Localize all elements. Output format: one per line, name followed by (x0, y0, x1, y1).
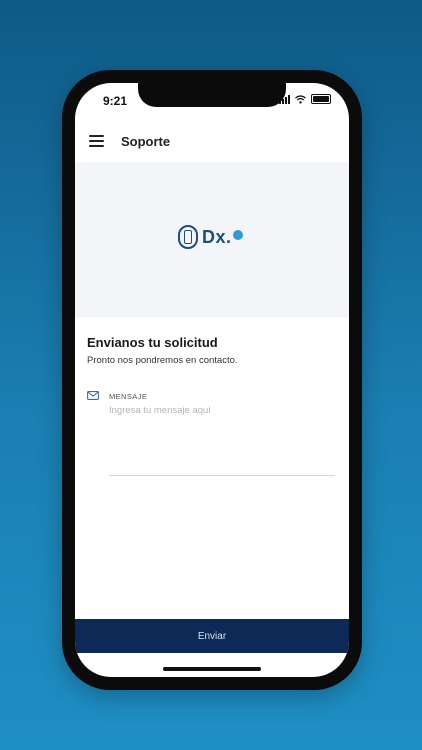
logo-banner: Dx. (75, 162, 349, 317)
form-subtitle: Pronto nos pondremos en contacto. (87, 355, 238, 366)
page-title: Soporte (121, 134, 171, 149)
home-indicator (163, 667, 261, 671)
message-label: MENSAJE (109, 392, 148, 401)
mail-icon (87, 391, 99, 400)
phone-frame: 9:21 Soporte Dx. Envianos tu solicitud P… (62, 70, 362, 690)
dx-logo: Dx. (178, 225, 243, 249)
status-icons (279, 94, 331, 104)
form-heading: Envianos tu solicitud (87, 335, 218, 350)
battery-icon (311, 94, 331, 104)
logo-text: Dx. (202, 226, 232, 247)
send-button[interactable]: Enviar (75, 619, 349, 653)
app-bar: Soporte (75, 121, 349, 165)
wifi-icon (295, 94, 306, 104)
app-screen: 9:21 Soporte Dx. Envianos tu solicitud P… (75, 83, 349, 677)
device-notch (138, 83, 286, 107)
phone-logo-icon (178, 225, 198, 249)
hamburger-icon[interactable] (89, 135, 104, 147)
logo-badge-icon (232, 230, 243, 240)
status-time: 9:21 (103, 94, 128, 108)
message-input[interactable] (109, 405, 335, 476)
